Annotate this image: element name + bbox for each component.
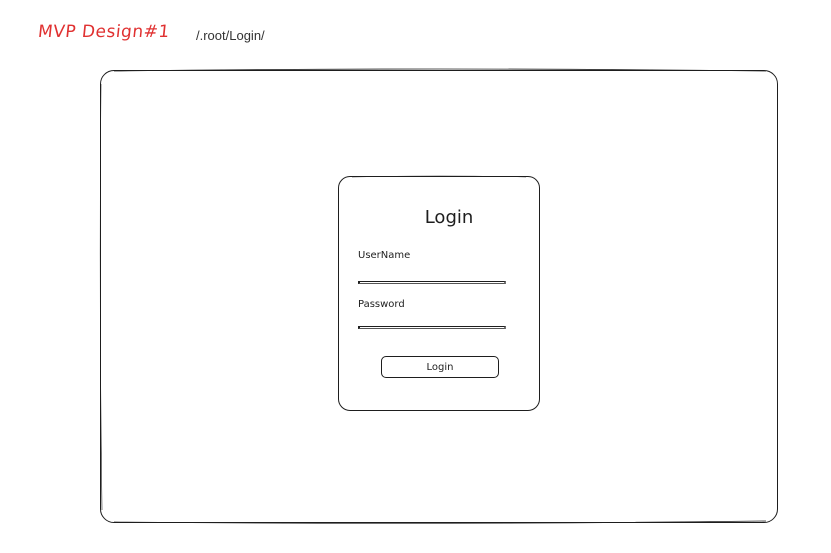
login-card: Login UserName Password Login [338,176,540,411]
design-title: MVP Design#1 [36,22,171,42]
login-title: Login [424,207,474,228]
username-label: UserName [358,250,411,261]
password-label: Password [358,299,405,310]
route-path: /.root/Login/ [196,28,265,43]
username-field[interactable] [358,281,506,284]
login-button[interactable]: Login [381,356,499,378]
password-field[interactable] [358,326,506,329]
